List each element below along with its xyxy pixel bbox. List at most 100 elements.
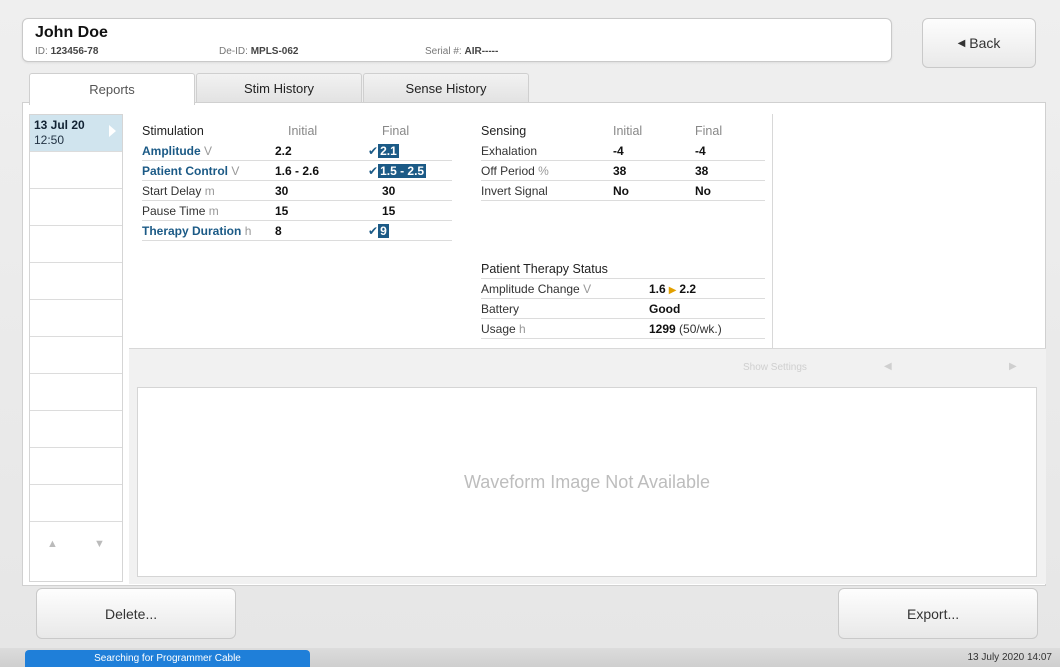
patient-name: John Doe [35,24,108,41]
waveform-message: Waveform Image Not Available [463,471,711,492]
patient-serial: Serial #: AIR----- [425,46,498,57]
patient-id-label: ID: [35,46,48,57]
amp-change-label: Amplitude Change V [481,282,592,296]
sense-initial-value: 38 [613,164,627,178]
export-button[interactable]: Export... [838,588,1038,639]
table-row: Start Delay m 30 30 [142,182,452,201]
therapy-status-table: Patient Therapy Status Amplitude Change … [481,262,765,342]
stim-col-initial: Initial [288,124,318,138]
table-row: Exhalation -4 -4 [481,142,765,161]
patient-serial-value: AIR----- [464,46,499,57]
stimulation-title: Stimulation [142,124,204,138]
delete-button-label: Delete... [105,605,158,622]
list-item [30,189,122,226]
list-item [30,411,122,448]
list-item [30,300,122,337]
sense-final-value: No [695,184,711,198]
table-row: Therapy Duration h 8 ✔ 9 [142,222,452,241]
tab-stim-history-label: Stim History [243,81,315,96]
tab-reports-label: Reports [89,82,135,97]
table-row: Usage h 1299 (50/wk.) [481,320,765,339]
tab-sense-history-label: Sense History [405,81,487,96]
usage-value: 1299 (50/wk.) [649,322,722,336]
selected-arrow-icon [109,125,116,137]
scroll-up-icon[interactable]: ▲ [47,538,58,550]
checkmark-icon: ✔ [368,164,379,178]
status-message: Searching for Programmer Cable [25,650,310,667]
sense-row-label: Invert Signal [481,184,548,198]
back-arrow-icon: ◀ [957,37,966,49]
tab-stim-history[interactable]: Stim History [196,73,362,103]
back-button-label: Back [969,35,1001,51]
stim-final-value: ✔ 9 [368,224,389,238]
usage-label: Usage h [481,322,526,336]
list-item [30,374,122,411]
list-nav: ▲ ▼ [29,524,123,564]
stim-initial-value: 2.2 [275,144,292,158]
stim-final-value: ✔ 2.1 [368,144,399,158]
patient-id: ID: 123456-78 [35,46,98,57]
sense-col-initial: Initial [613,124,643,138]
table-row: Amplitude Change V 1.6 ▶ 2.2 [481,280,765,299]
patient-deid: De-ID: MPLS-062 [219,46,298,57]
table-row: Pause Time m 15 15 [142,202,452,221]
waveform-toolbar: Show Settings ◀ ▶ [129,356,1046,380]
stim-initial-value: 1.6 - 2.6 [275,164,320,178]
table-row: Patient Control V 1.6 - 2.6 ✔ 1.5 - 2.5 [142,162,452,181]
prev-waveform-icon[interactable]: ◀ [884,361,892,372]
battery-label: Battery [481,302,520,316]
arrow-right-icon: ▶ [668,285,677,296]
sense-row-label: Exhalation [481,144,538,158]
sensing-title: Sensing [481,124,527,138]
list-item [30,337,122,374]
table-row: Battery Good [481,300,765,319]
show-settings-button[interactable]: Show Settings [743,362,807,373]
sense-final-value: -4 [695,144,706,158]
tab-reports[interactable]: Reports [29,73,195,105]
export-button-label: Export... [907,605,960,622]
stim-final-value: ✔ 1.5 - 2.5 [368,164,427,178]
sensing-table: Sensing Initial Final Exhalation -4 -4 O… [481,124,765,204]
report-date: 13 Jul 20 [34,118,85,132]
list-item [30,152,122,189]
checkmark-icon: ✔ [368,224,379,238]
delete-button[interactable]: Delete... [36,588,236,639]
stim-final-value: 15 [382,204,396,218]
patient-id-value: 123456-78 [50,46,99,57]
list-item [30,263,122,300]
tab-sense-history[interactable]: Sense History [363,73,529,103]
back-button[interactable]: ◀ Back [922,18,1036,68]
sense-row-label: Off Period % [481,164,549,178]
sense-final-value: 38 [695,164,709,178]
patient-deid-value: MPLS-062 [250,46,299,57]
stim-row-label: Pause Time m [142,204,219,218]
next-waveform-icon[interactable]: ▶ [1009,361,1017,372]
waveform-display: Waveform Image Not Available [137,387,1037,577]
stim-row-label: Therapy Duration h [142,224,252,238]
patient-header: John Doe ID: 123456-78 De-ID: MPLS-062 S… [22,18,892,62]
stim-initial-value: 8 [275,224,282,238]
scroll-down-icon[interactable]: ▼ [94,538,105,550]
therapy-status-header: Patient Therapy Status [481,262,765,279]
stim-initial-value: 30 [275,184,289,198]
stim-col-final: Final [382,124,410,138]
status-datetime: 13 July 2020 14:07 [967,652,1052,663]
checkmark-icon: ✔ [368,144,379,158]
list-item [30,448,122,485]
battery-value: Good [649,302,681,316]
patient-deid-label: De-ID: [219,46,248,57]
sense-initial-value: No [613,184,629,198]
stim-initial-value: 15 [275,204,289,218]
patient-serial-label: Serial #: [425,46,462,57]
report-list-item-selected[interactable]: 13 Jul 20 12:50 [30,115,122,152]
stim-row-label: Patient Control V [142,164,240,178]
therapy-status-title: Patient Therapy Status [481,262,608,276]
stim-row-label: Start Delay m [142,184,215,198]
table-row: Amplitude V 2.2 ✔ 2.1 [142,142,452,161]
report-time: 12:50 [34,133,65,147]
list-item [30,485,122,522]
stimulation-table: Stimulation Initial Final Amplitude V 2.… [142,124,452,254]
table-row: Invert Signal No No [481,182,765,201]
stim-row-label: Amplitude V [142,144,213,158]
report-list: 13 Jul 20 12:50 [29,114,123,582]
